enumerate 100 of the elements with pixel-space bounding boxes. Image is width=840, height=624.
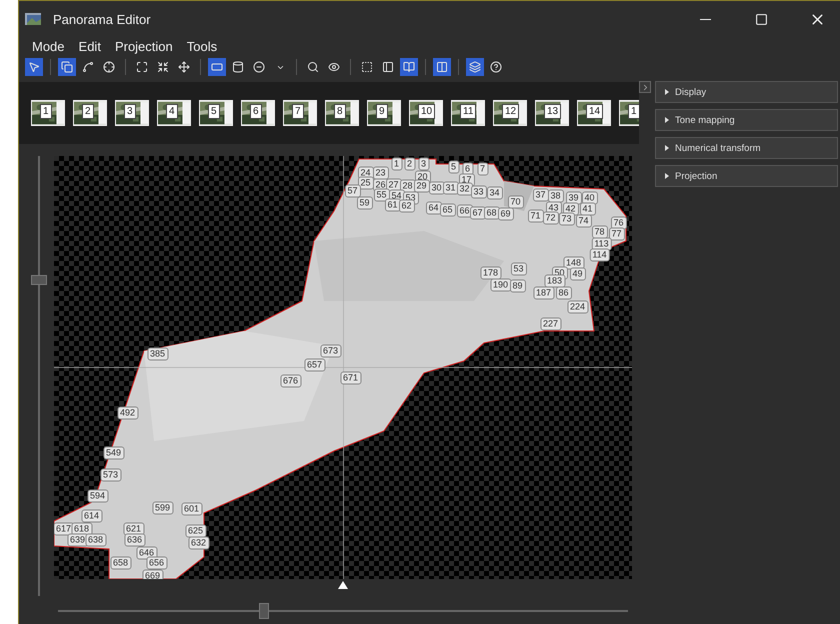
image-number: 573	[100, 468, 122, 482]
thumbnail[interactable]: 2	[73, 100, 107, 126]
thumbnail[interactable]: 12	[493, 100, 527, 126]
image-number: 5	[448, 160, 459, 174]
image-number: 657	[304, 358, 326, 372]
thumbnail-number: 2	[82, 104, 94, 119]
image-number: 53	[510, 262, 526, 276]
thumbnail-number: 12	[502, 104, 520, 119]
columns-icon	[436, 61, 448, 73]
image-number: 492	[116, 406, 138, 420]
thumbnail[interactable]: 7	[283, 100, 317, 126]
image-number: 601	[180, 502, 202, 516]
image-number: 614	[80, 510, 102, 522]
panel-header[interactable]: Display	[655, 81, 838, 103]
thumbnail[interactable]: 13	[535, 100, 569, 126]
panel-header[interactable]: Projection	[655, 165, 838, 187]
caret-right-icon	[664, 117, 670, 123]
image-number: 599	[152, 502, 174, 514]
image-number: 86	[556, 286, 572, 300]
image-number: 7	[477, 162, 488, 176]
image-number: 636	[124, 534, 146, 546]
image-number: 89	[510, 280, 526, 292]
thumbnail-number: 11	[460, 104, 476, 119]
image-number: 178	[480, 266, 502, 280]
eye-icon	[328, 61, 340, 73]
image-number: 224	[566, 300, 588, 314]
thumbnail-number: 13	[544, 104, 562, 119]
caret-right-icon	[664, 145, 670, 151]
menu-item[interactable]: Edit	[74, 38, 106, 54]
crosshair-icon	[103, 61, 115, 73]
thumbnail-number: 4	[166, 104, 178, 119]
thumbnail[interactable]: 1	[619, 100, 639, 126]
image-number: 187	[532, 286, 554, 300]
image-number: 65	[440, 204, 456, 216]
cylinder-icon	[232, 61, 244, 73]
copy-icon	[61, 61, 73, 73]
thumbnail-number: 3	[124, 104, 136, 119]
collapse-button[interactable]	[639, 81, 651, 93]
image-number: 671	[340, 372, 362, 384]
image-number: 638	[84, 534, 106, 546]
image-number: 2	[404, 158, 415, 170]
image-number: 59	[356, 196, 372, 210]
image-number: 594	[86, 490, 108, 502]
image-number: 227	[540, 318, 562, 330]
shrink-icon	[157, 61, 169, 73]
image-number: 69	[498, 208, 514, 220]
thumbnail[interactable]: 6	[241, 100, 275, 126]
image-number: 190	[490, 278, 512, 292]
image-number: 62	[398, 200, 414, 212]
image-number: 673	[320, 344, 342, 358]
caret-right-icon	[664, 89, 670, 95]
menu-item[interactable]: Mode	[27, 38, 70, 54]
image-number: 385	[146, 348, 168, 360]
image-number: 74	[576, 214, 592, 228]
image-number: 549	[102, 446, 124, 460]
thumbnail[interactable]: 14	[577, 100, 611, 126]
image-number: 656	[146, 556, 168, 570]
thumbnail[interactable]: 11	[451, 100, 485, 126]
expand-icon	[136, 61, 148, 73]
image-number: 70	[508, 196, 524, 208]
maximize-icon	[754, 12, 768, 26]
image-number: 658	[110, 556, 132, 570]
thumbnail[interactable]: 10	[409, 100, 443, 126]
image-number: 73	[558, 212, 574, 226]
image-number: 114	[589, 248, 610, 262]
help-icon	[490, 61, 502, 73]
thumbnail-number: 1	[628, 104, 639, 119]
image-number: 34	[486, 186, 502, 200]
center-marker-icon	[338, 581, 348, 589]
thumbnail[interactable]: 8	[325, 100, 359, 126]
panel-icon	[382, 61, 394, 73]
thumbnail[interactable]: 9	[367, 100, 401, 126]
thumbnail[interactable]: 3	[115, 100, 149, 126]
window-title: Panorama Editor	[53, 12, 152, 26]
image-number: 625	[184, 524, 206, 538]
image-number: 1	[391, 158, 402, 170]
app-icon	[25, 11, 43, 27]
thumbnail-number: 6	[250, 104, 262, 119]
pointer-icon	[28, 61, 40, 73]
panel-header[interactable]: Tone mapping	[655, 109, 838, 131]
search-icon	[307, 61, 319, 73]
sphere-icon	[253, 61, 265, 73]
thumbnail-number: 5	[208, 104, 220, 119]
thumbnail[interactable]: 4	[157, 100, 191, 126]
thumbnail-number: 1	[40, 104, 52, 119]
slider-thumb[interactable]	[31, 275, 47, 286]
rectangle-icon	[211, 61, 223, 73]
panel-header[interactable]: Numerical transform	[655, 137, 838, 159]
image-number: 3	[418, 158, 429, 170]
layers-icon	[469, 61, 481, 73]
move-icon	[178, 61, 190, 73]
image-number: 77	[608, 228, 624, 240]
thumbnail[interactable]: 1	[31, 100, 65, 126]
thumbnail-number: 10	[418, 104, 436, 119]
frame-icon	[361, 61, 373, 73]
book-icon	[403, 61, 415, 73]
thumbnail[interactable]: 5	[199, 100, 233, 126]
menu-item[interactable]: Projection	[110, 38, 178, 54]
menu-item[interactable]: Tools	[182, 38, 222, 54]
slider-thumb[interactable]	[259, 603, 270, 619]
